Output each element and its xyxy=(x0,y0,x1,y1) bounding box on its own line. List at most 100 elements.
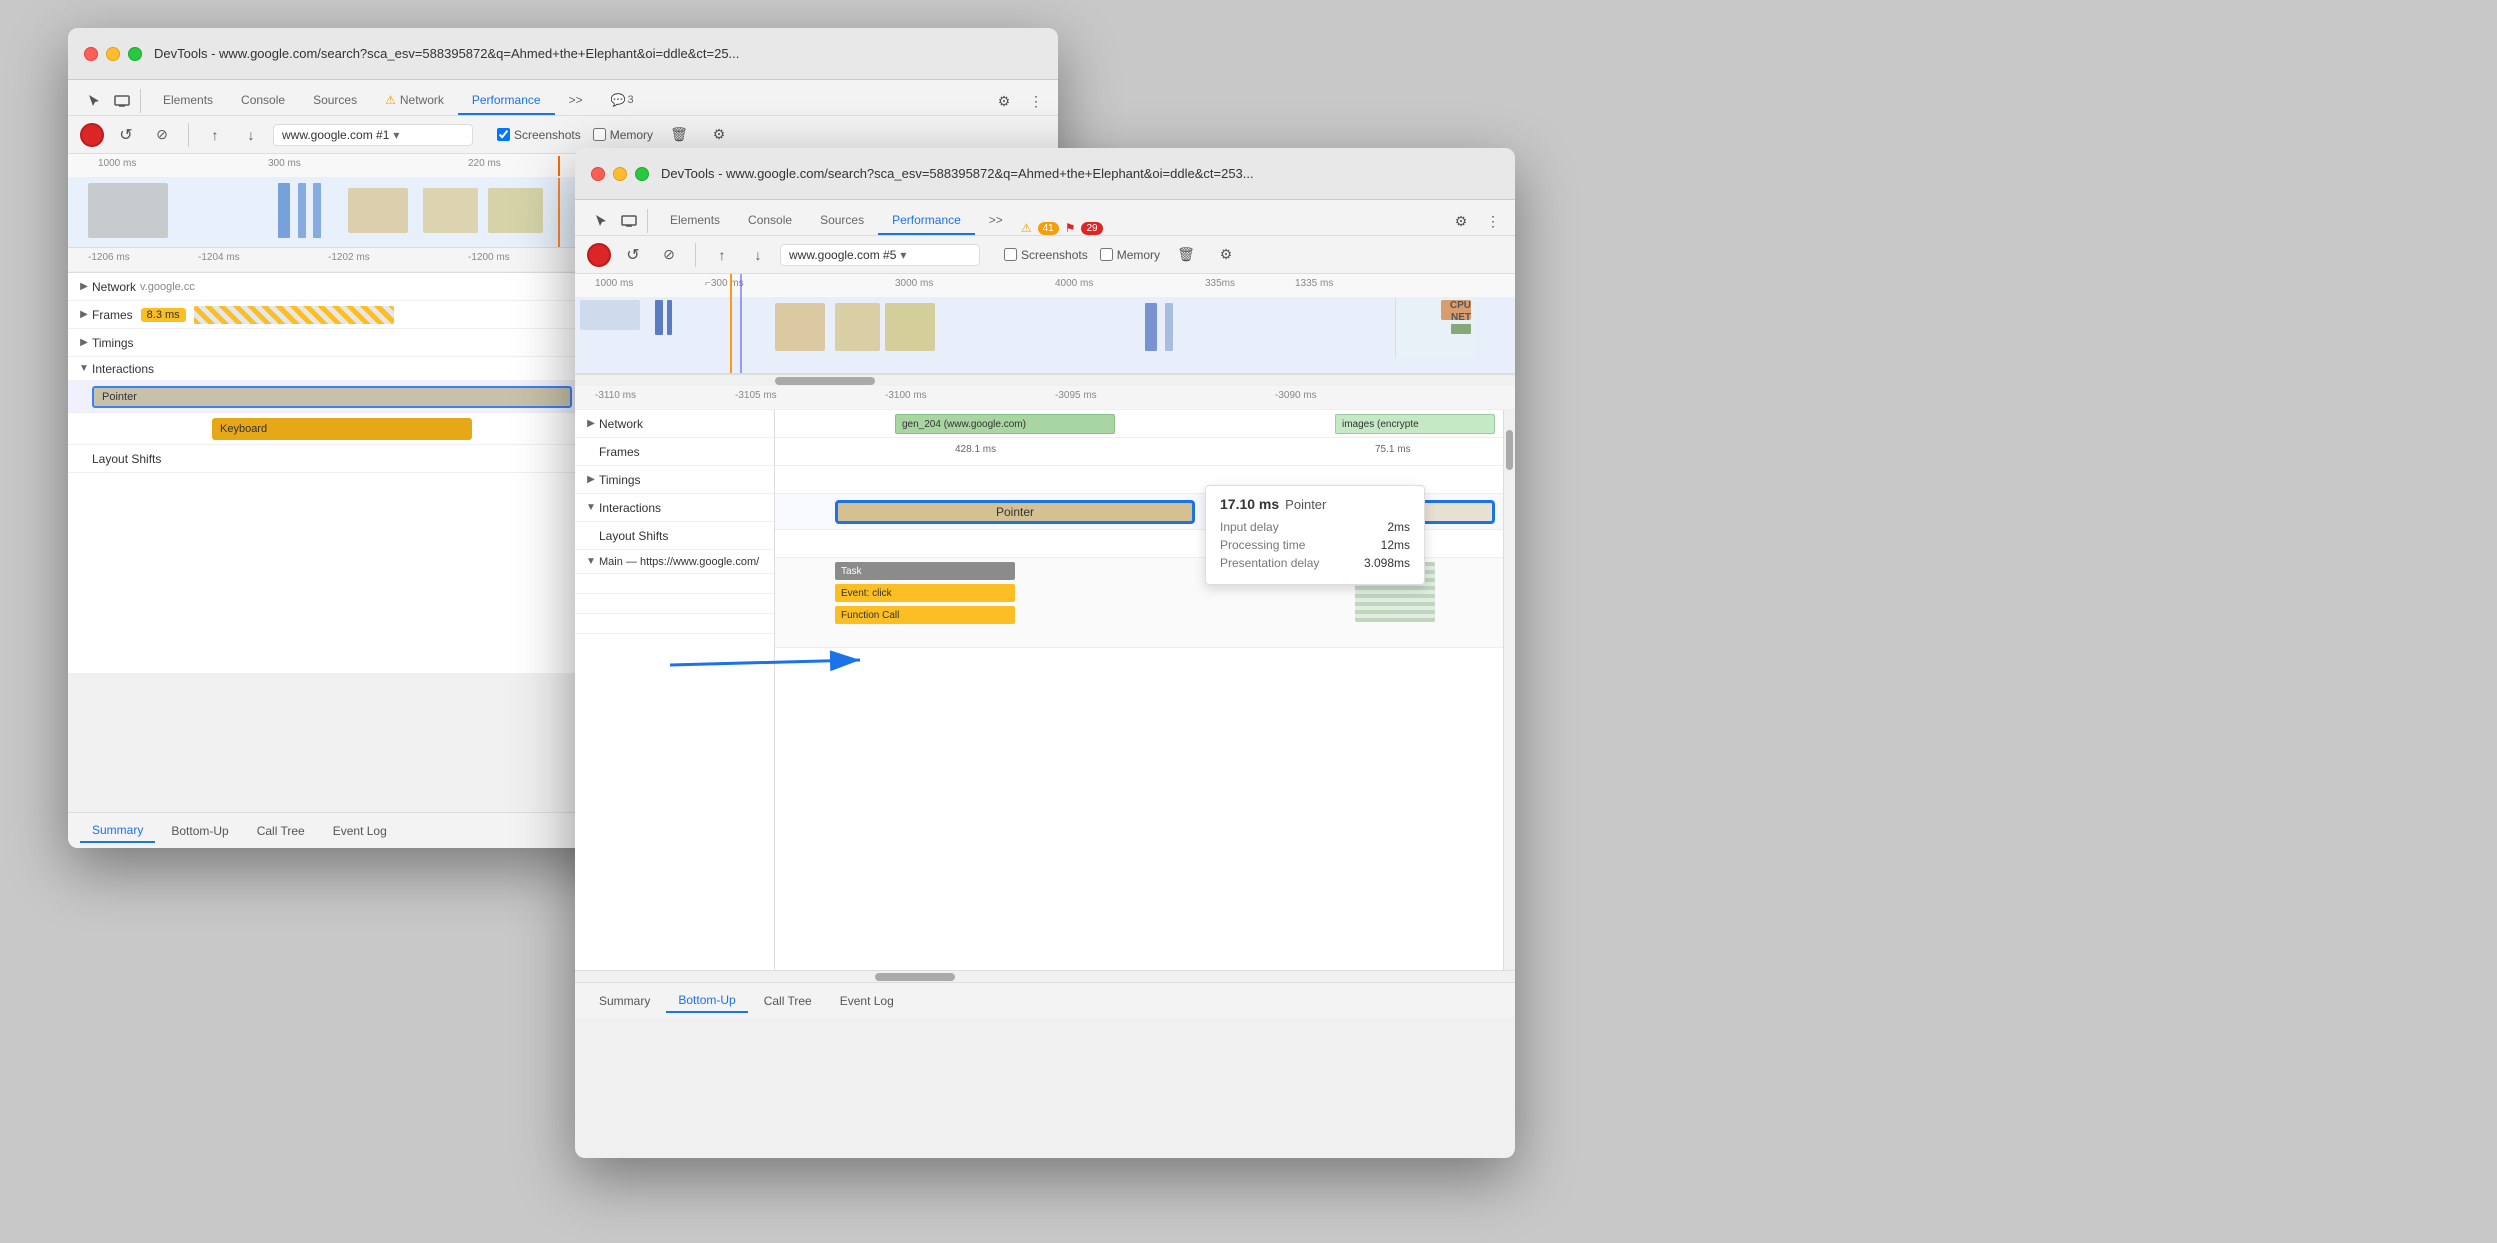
tab-console-2[interactable]: Console xyxy=(734,207,806,235)
tab-sources-2[interactable]: Sources xyxy=(806,207,878,235)
upload-icon-1[interactable]: ↑ xyxy=(201,121,229,149)
bottom-tab-eventlog-2[interactable]: Event Log xyxy=(828,990,906,1012)
v-scrollbar-2[interactable] xyxy=(1503,410,1515,970)
bottom-tab-summary-2[interactable]: Summary xyxy=(587,990,662,1012)
settings-icon-2[interactable]: ⚙ xyxy=(1447,207,1475,235)
settings-perf-icon-1[interactable]: ⚙ xyxy=(705,121,733,149)
panel-row-layout-shifts-1[interactable]: ▶ Layout Shifts xyxy=(68,445,657,473)
tab-sources-1[interactable]: Sources xyxy=(299,87,371,115)
expand-main-2[interactable]: ▼ xyxy=(583,554,599,570)
panel-row-timings-2[interactable]: ▶ Timings xyxy=(575,466,774,494)
warning-icon-1: ⚠ xyxy=(385,93,396,107)
more-icon-1[interactable]: ⋮ xyxy=(1022,87,1050,115)
images-bar: images (encrypte xyxy=(1335,414,1495,434)
cursor-icon-2[interactable] xyxy=(587,207,615,235)
download-icon-1[interactable]: ↓ xyxy=(237,121,265,149)
url-selector-1[interactable]: www.google.com #1 ▾ xyxy=(273,124,473,146)
tab-more-1[interactable]: >> xyxy=(555,87,597,115)
panel-row-network-2[interactable]: ▶ Network xyxy=(575,410,774,438)
expand-network-2[interactable]: ▶ xyxy=(583,416,599,432)
tab-elements-1[interactable]: Elements xyxy=(149,87,227,115)
maximize-button-1[interactable] xyxy=(128,47,142,61)
cursor-icon-1[interactable] xyxy=(80,87,108,115)
maximize-button-2[interactable] xyxy=(635,167,649,181)
function-call-label-2: Function Call xyxy=(841,610,899,621)
url-chevron-1: ▾ xyxy=(393,128,399,142)
h-scrollbar-bottom-2[interactable] xyxy=(575,970,1515,982)
tab-more-2[interactable]: >> xyxy=(975,207,1017,235)
v-scrollbar-thumb-2[interactable] xyxy=(1506,430,1513,470)
timings-label-1: Timings xyxy=(92,336,134,350)
network-label-2: Network xyxy=(599,417,643,431)
expand-timings-1[interactable]: ▶ xyxy=(76,335,92,351)
recording-bar-2: ↺ ⊘ ↑ ↓ www.google.com #5 ▾ Screenshots … xyxy=(575,236,1515,274)
tab-console-1[interactable]: Console xyxy=(227,87,299,115)
device-icon-1[interactable] xyxy=(108,87,136,115)
minimize-button-2[interactable] xyxy=(613,167,627,181)
more-icon-2[interactable]: ⋮ xyxy=(1479,207,1507,235)
panel-row-main-2[interactable]: ▼ Main — https://www.google.com/ xyxy=(575,550,774,574)
sep-rec-2 xyxy=(695,243,696,267)
bottom-tab-calltree-1[interactable]: Call Tree xyxy=(245,820,317,842)
str-3090: -3090 ms xyxy=(1275,390,1317,401)
frames-vis-2: 428.1 ms 75.1 ms xyxy=(775,438,1515,466)
tooltip-pres-label: Presentation delay xyxy=(1220,556,1319,570)
panel-row-frames-1[interactable]: ▶ Frames 8.3 ms xyxy=(68,301,657,329)
time-mark-1000: 1000 ms xyxy=(98,158,136,169)
scrollbar-thumb-bottom-2[interactable] xyxy=(875,973,955,981)
panel-row-frames-2[interactable]: ▶ Frames xyxy=(575,438,774,466)
trash-icon-1[interactable]: 🗑 xyxy=(665,121,693,149)
error-count-2: 29 xyxy=(1081,222,1102,235)
tab-performance-2[interactable]: Performance xyxy=(878,207,975,235)
clear-icon-2[interactable]: ⊘ xyxy=(655,241,683,269)
clear-icon-1[interactable]: ⊘ xyxy=(148,121,176,149)
screenshots-checkbox-2[interactable]: Screenshots xyxy=(1004,248,1088,262)
minimize-button-1[interactable] xyxy=(106,47,120,61)
panel-row-interactions-2[interactable]: ▼ Interactions xyxy=(575,494,774,522)
panel-row-interactions-1[interactable]: ▼ Interactions xyxy=(68,357,657,381)
reload-icon-2[interactable]: ↺ xyxy=(619,241,647,269)
bottom-tab-eventlog-1[interactable]: Event Log xyxy=(321,820,399,842)
expand-interactions-1[interactable]: ▼ xyxy=(76,361,92,377)
bottom-tab-summary-1[interactable]: Summary xyxy=(80,819,155,843)
panel-row-timings-1[interactable]: ▶ Timings xyxy=(68,329,657,357)
keyboard-label-1: Keyboard xyxy=(220,423,267,435)
reload-icon-1[interactable]: ↺ xyxy=(112,121,140,149)
settings-perf-icon-2[interactable]: ⚙ xyxy=(1212,241,1240,269)
download-icon-2[interactable]: ↓ xyxy=(744,241,772,269)
expand-frames-1[interactable]: ▶ xyxy=(76,307,92,323)
bottom-tab-bottomup-2[interactable]: Bottom-Up xyxy=(666,989,747,1013)
bottom-tab-calltree-2[interactable]: Call Tree xyxy=(752,990,824,1012)
tab-network-1[interactable]: ⚠ Network xyxy=(371,87,458,115)
h-scrollbar-top-2[interactable] xyxy=(575,374,1515,386)
panel-row-network-1[interactable]: ▶ Network v.google.cc search (ww xyxy=(68,273,657,301)
expand-timings-2[interactable]: ▶ xyxy=(583,472,599,488)
top-time-ruler-2: 1000 ms ⌐300 ms 3000 ms 4000 ms 335ms 13… xyxy=(575,274,1515,298)
upload-icon-2[interactable]: ↑ xyxy=(708,241,736,269)
main-content-2: ▶ Network ▶ Frames ▶ Timings ▼ Interacti… xyxy=(575,410,1515,970)
record-button-2[interactable] xyxy=(587,243,611,267)
close-button-2[interactable] xyxy=(591,167,605,181)
tab-elements-2[interactable]: Elements xyxy=(656,207,734,235)
tab-performance-1[interactable]: Performance xyxy=(458,87,555,115)
scrollbar-thumb-top-2[interactable] xyxy=(775,377,875,385)
expand-network-1[interactable]: ▶ xyxy=(76,279,92,295)
trash-icon-2[interactable]: 🗑 xyxy=(1172,241,1200,269)
panel-row-pointer-1[interactable]: Pointer xyxy=(68,381,657,413)
record-button-1[interactable] xyxy=(80,123,104,147)
settings-icon-1[interactable]: ⚙ xyxy=(990,87,1018,115)
tab-badge-1[interactable]: 💬 3 xyxy=(597,87,648,115)
tooltip-row-processing: Processing time 12ms xyxy=(1220,538,1410,552)
url-selector-2[interactable]: www.google.com #5 ▾ xyxy=(780,244,980,266)
memory-checkbox-2[interactable]: Memory xyxy=(1100,248,1160,262)
screenshots-checkbox-1[interactable]: Screenshots xyxy=(497,128,581,142)
close-button-1[interactable] xyxy=(84,47,98,61)
warning-count-2: 41 xyxy=(1038,222,1059,235)
device-icon-2[interactable] xyxy=(615,207,643,235)
timings-label-2: Timings xyxy=(599,473,641,487)
panel-row-keyboard-1[interactable]: Keyboard xyxy=(68,413,657,445)
bottom-tab-bottomup-1[interactable]: Bottom-Up xyxy=(159,820,240,842)
expand-interactions-2[interactable]: ▼ xyxy=(583,500,599,516)
memory-checkbox-1[interactable]: Memory xyxy=(593,128,653,142)
panel-row-layout-shifts-2[interactable]: ▶ Layout Shifts xyxy=(575,522,774,550)
